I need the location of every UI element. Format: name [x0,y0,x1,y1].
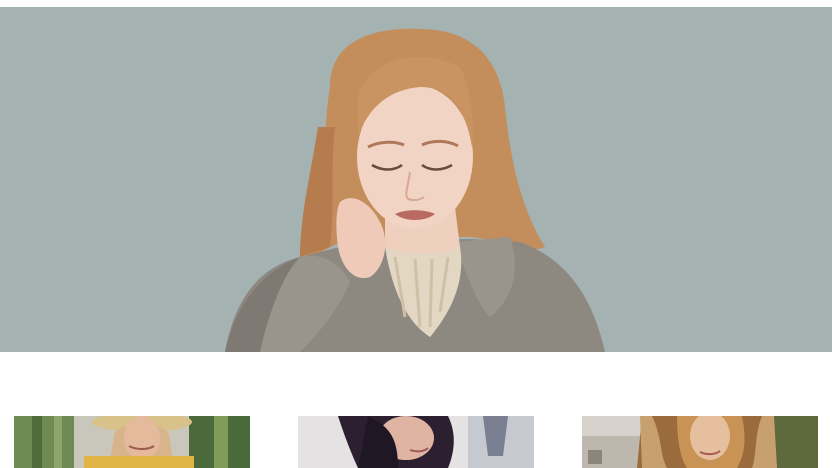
hero-image [0,7,832,352]
gallery-thumbnail[interactable] [582,416,818,468]
gallery-thumbnail[interactable] [14,416,250,468]
gallery-thumbnail[interactable] [298,416,534,468]
